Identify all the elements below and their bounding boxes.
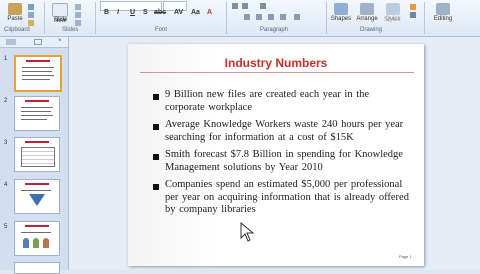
slide-thumbnail-4[interactable] — [14, 179, 60, 214]
bullets-icon[interactable] — [232, 3, 238, 9]
thumb-person-graphic — [23, 238, 29, 248]
justify-icon[interactable] — [280, 14, 286, 20]
bullet-text-1[interactable]: 9 Billion new files are created each yea… — [165, 89, 410, 114]
bullet-text-2[interactable]: Average Knowledge Workers waste 240 hour… — [165, 119, 410, 144]
find-icon — [436, 3, 450, 15]
thumbnail-number: 2 — [4, 98, 8, 104]
thumb-line — [22, 67, 54, 68]
group-label-font: Font — [155, 27, 168, 33]
numbering-icon[interactable] — [242, 3, 248, 9]
thumb-person-graphic — [43, 238, 49, 248]
thumb-title — [25, 183, 49, 185]
thumb-line — [22, 75, 54, 76]
align-center-icon[interactable] — [256, 14, 262, 20]
thumb-line — [21, 190, 51, 191]
divider — [95, 2, 96, 34]
thumb-line — [21, 111, 51, 112]
bullet-marker — [153, 124, 159, 130]
slide-thumbnail-2[interactable] — [14, 96, 60, 131]
bullet-text-4[interactable]: Companies spend an estimated $5,000 per … — [165, 179, 410, 217]
editing-button[interactable]: Editing — [430, 3, 456, 22]
tab-slides[interactable] — [6, 39, 16, 45]
tab-outline[interactable] — [34, 39, 42, 45]
thumb-line — [21, 107, 53, 108]
font-color-button[interactable]: A — [207, 9, 212, 16]
format-painter-icon[interactable] — [28, 20, 34, 26]
divider — [226, 2, 227, 34]
paste-icon — [8, 3, 22, 15]
thumb-line — [22, 71, 52, 72]
divider — [44, 2, 45, 34]
slide-thumbnail-5[interactable] — [14, 221, 60, 256]
underline-button[interactable]: U — [130, 9, 135, 16]
new-slide-sub-label: Slide — [54, 17, 68, 23]
columns-icon[interactable] — [294, 14, 300, 20]
copy-icon[interactable] — [28, 12, 34, 18]
arrange-button[interactable]: Arrange — [355, 3, 379, 22]
shadow-button[interactable]: S — [143, 9, 148, 16]
strikethrough-button[interactable]: abc — [154, 9, 166, 16]
align-left-icon[interactable] — [244, 14, 250, 20]
new-slide-icon — [52, 3, 68, 17]
divider — [424, 2, 425, 34]
slide-thumbnail-1[interactable] — [14, 55, 62, 92]
divider — [326, 2, 327, 34]
bullet-marker — [153, 94, 159, 100]
paste-button[interactable]: Paste — [6, 3, 24, 22]
thumb-funnel-graphic — [29, 194, 45, 206]
italic-button[interactable]: I — [117, 9, 119, 16]
thumb-person-graphic — [33, 238, 39, 248]
align-right-icon[interactable] — [268, 14, 274, 20]
bullet-text-3[interactable]: Smith forecast $7.8 Billion in spending … — [165, 149, 410, 174]
arrange-icon — [360, 3, 374, 15]
reset-icon[interactable] — [75, 12, 81, 18]
layout-icon[interactable] — [75, 4, 81, 10]
thumb-line — [21, 119, 47, 120]
mouse-cursor-icon — [240, 222, 254, 242]
bullet-marker — [153, 154, 159, 160]
slide-thumbnail-6[interactable] — [14, 262, 60, 274]
shape-fill-icon[interactable] — [410, 4, 416, 10]
shape-outline-icon[interactable] — [410, 12, 416, 18]
change-case-button[interactable]: Aa — [191, 9, 200, 16]
bold-button[interactable]: B — [104, 9, 109, 16]
thumb-line — [21, 115, 53, 116]
character-spacing-button[interactable]: AV — [174, 9, 183, 16]
ribbon: Paste Clipboard New Slide Slides B I U S… — [0, 0, 480, 37]
quick-styles-sub-label: Styles — [384, 17, 401, 23]
slide-title[interactable]: Industry Numbers — [128, 56, 424, 70]
shapes-icon — [334, 3, 348, 15]
thumb-line — [22, 79, 50, 80]
title-underline — [140, 72, 414, 73]
thumb-title — [26, 60, 50, 62]
cut-icon[interactable] — [28, 4, 34, 10]
thumbnail-number: 5 — [4, 224, 8, 230]
thumbnail-number: 3 — [4, 140, 8, 146]
thumbnail-number: 4 — [4, 182, 8, 188]
bullet-marker — [153, 184, 159, 190]
quick-styles-icon — [386, 3, 400, 15]
page-number: Page 1 — [399, 254, 412, 259]
thumb-title — [25, 100, 49, 102]
thumb-table — [21, 147, 55, 167]
group-label-drawing: Drawing — [360, 27, 383, 33]
thumbnail-number: 1 — [4, 56, 8, 62]
shapes-button[interactable]: Shapes — [330, 3, 352, 22]
thumb-title — [25, 141, 49, 143]
close-pane-icon[interactable]: × — [58, 38, 62, 44]
slide-thumbnail-3[interactable] — [14, 137, 60, 172]
group-label-clipboard: Clipboard — [4, 27, 30, 33]
group-label-slides: Slides — [62, 27, 79, 33]
thumb-line — [21, 232, 51, 233]
indent-icon[interactable] — [260, 3, 266, 9]
pane-tabs: × — [0, 37, 68, 48]
group-label-paragraph: Paragraph — [260, 27, 289, 33]
thumb-title — [25, 225, 49, 227]
delete-slide-icon[interactable] — [75, 20, 81, 26]
